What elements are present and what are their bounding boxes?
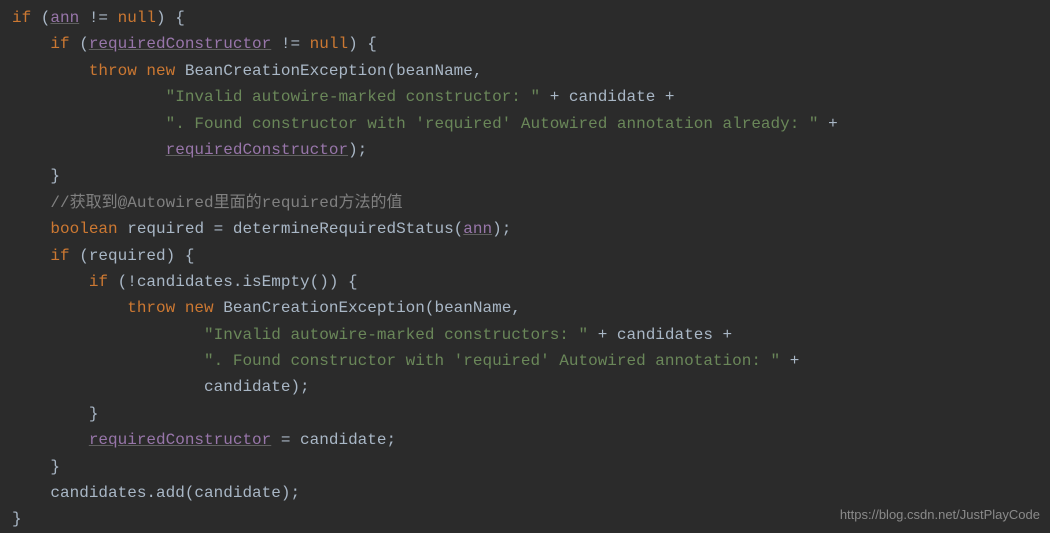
class-call: BeanCreationException(beanName, [214, 299, 521, 317]
keyword-null: null [118, 9, 156, 27]
string: "Invalid autowire-marked constructors: " [204, 326, 588, 344]
plain: candidates.add(candidate); [50, 484, 300, 502]
keyword-if: if [12, 9, 31, 27]
indent-guide [127, 352, 204, 370]
csdn-watermark: https://blog.csdn.net/JustPlayCode [840, 504, 1040, 525]
plain: required = determineRequiredStatus( [118, 220, 464, 238]
op: != [271, 35, 309, 53]
keyword-null: null [310, 35, 348, 53]
var-reqcon: requiredConstructor [89, 35, 271, 53]
comment: //获取到@Autowired里面的required方法的值 [50, 194, 402, 212]
indent-guide [127, 326, 204, 344]
indent-guide [89, 88, 166, 106]
brace: } [50, 167, 60, 185]
var-reqcon: requiredConstructor [166, 141, 348, 159]
brace: } [12, 510, 22, 528]
indent-guide [89, 115, 166, 133]
var-reqcon: requiredConstructor [89, 431, 271, 449]
brace: ) { [348, 35, 377, 53]
code-block: if (ann != null) { if (requiredConstruct… [12, 5, 1050, 533]
brace: } [89, 405, 99, 423]
string: "Invalid autowire-marked constructor: " [166, 88, 540, 106]
op: != [79, 9, 117, 27]
string: ". Found constructor with 'required' Aut… [166, 115, 819, 133]
plain: candidate); [204, 378, 310, 396]
keyword-if: if [89, 273, 108, 291]
paren: ( [70, 35, 89, 53]
keyword-if: if [50, 247, 69, 265]
string: ". Found constructor with 'required' Aut… [204, 352, 780, 370]
brace: ) { [156, 9, 185, 27]
plain: (required) { [70, 247, 195, 265]
close: ); [492, 220, 511, 238]
close: ); [348, 141, 367, 159]
var-ann: ann [463, 220, 492, 238]
brace: } [50, 458, 60, 476]
op: + candidate + [540, 88, 674, 106]
op: + [819, 115, 838, 133]
var-ann: ann [50, 9, 79, 27]
keyword-throw: throw new [127, 299, 213, 317]
op: + [780, 352, 799, 370]
keyword-boolean: boolean [50, 220, 117, 238]
op: + candidates + [588, 326, 732, 344]
indent-guide [127, 378, 204, 396]
indent-guide [89, 141, 166, 159]
keyword-throw: throw new [89, 62, 175, 80]
class-call: BeanCreationException(beanName, [175, 62, 482, 80]
keyword-if: if [50, 35, 69, 53]
plain: = candidate; [271, 431, 396, 449]
plain: (!candidates.isEmpty()) { [108, 273, 358, 291]
paren: ( [31, 9, 50, 27]
